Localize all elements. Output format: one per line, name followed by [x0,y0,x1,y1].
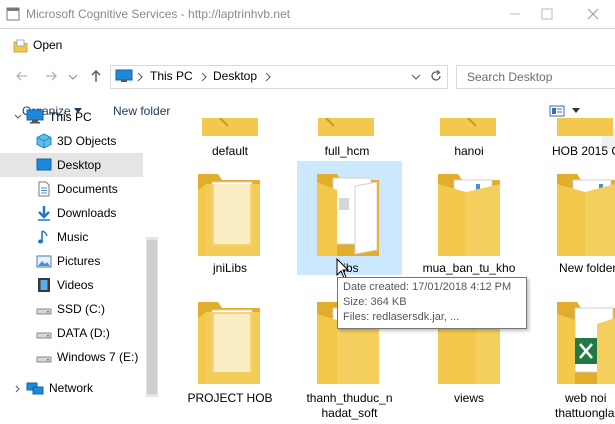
expand-chevron-icon[interactable] [14,385,22,393]
folder-icon[interactable] [196,170,262,258]
back-arrow-icon[interactable] [15,69,29,83]
tooltip-files: Files: redlasersdk.jar, ... [343,311,460,323]
tooltip-size: Size: 364 KB [343,296,407,308]
computer-icon [26,109,44,124]
documents-icon [38,181,50,197]
folder-icon[interactable] [555,118,615,140]
file-name-default[interactable]: default [175,144,285,159]
nav-item-label: SSD (C:) [57,302,105,316]
file-name-web-noi-line1[interactable]: web noi [553,391,615,406]
file-name-views[interactable]: views [414,391,524,406]
nav-item-label: Network [49,381,94,395]
network-icon [26,382,44,395]
up-arrow-icon[interactable] [89,69,103,83]
folder-icon[interactable] [316,118,376,140]
nav-item-ssd-c[interactable]: SSD (C:) [0,297,143,321]
file-name-hob-2015[interactable]: HOB 2015 C [544,144,615,159]
file-name-mua-ban-tu-kho[interactable]: mua_ban_tu_kho [414,261,524,276]
nav-item-label: 3D Objects [57,134,117,148]
breadcrumb-this-pc[interactable]: This PC [150,69,193,83]
navigation-pane: This PC 3D Objects Desktop Documents Dow… [0,100,158,395]
nav-item-label: Videos [57,278,94,292]
nav-item-3d-objects[interactable]: 3D Objects [0,129,143,153]
nav-item-downloads[interactable]: Downloads [0,201,143,225]
file-name-web-noi-line2[interactable]: thattuongla [553,406,615,421]
folder-icon[interactable] [436,170,502,258]
view-chevron-icon[interactable] [572,108,580,114]
minimize-icon [510,13,520,15]
address-dropdown-chevron-icon[interactable] [411,73,421,81]
folder-icon[interactable] [555,170,615,258]
nav-item-desktop[interactable]: Desktop [0,153,143,177]
nav-item-videos[interactable]: Videos [0,273,143,297]
folder-icon[interactable] [438,118,498,140]
app-title: Microsoft Cognitive Services - http://la… [26,7,291,21]
file-tooltip: Date created: 17/01/2018 4:12 PM Size: 3… [337,277,527,329]
nav-item-label: Downloads [57,206,117,220]
breadcrumb-desktop[interactable]: Desktop [213,69,257,83]
nav-item-windows7-e[interactable]: Windows 7 (E:) [0,345,143,369]
nav-item-label: Pictures [57,254,101,268]
this-pc-icon [115,69,133,82]
music-icon [38,230,48,244]
nav-item-label: Windows 7 (E:) [57,350,139,364]
folder-open-icon [13,39,28,53]
file-name-full-hcm[interactable]: full_hcm [292,144,402,159]
drive-icon [36,308,52,315]
expand-chevron-icon[interactable] [14,113,22,121]
app-titlebar: Microsoft Cognitive Services - http://la… [0,0,615,29]
nav-item-music[interactable]: Music [0,225,143,249]
nav-item-pictures[interactable]: Pictures [0,249,143,273]
3d-objects-icon [36,133,52,149]
nav-scrollbar-thumb[interactable] [147,240,157,394]
videos-icon [38,278,50,292]
breadcrumb-separator-icon [265,72,271,82]
maximize-button[interactable] [532,4,562,24]
nav-item-data-d[interactable]: DATA (D:) [0,321,143,345]
file-name-hanoi[interactable]: hanoi [414,144,524,159]
file-name-jnilibs[interactable]: jniLibs [175,261,285,276]
address-bar[interactable]: This PC Desktop [110,65,448,89]
nav-item-label: Desktop [57,158,102,172]
refresh-icon[interactable] [429,69,443,83]
breadcrumb-separator-icon [137,72,143,82]
maximize-icon [541,8,553,20]
folder-icon[interactable] [200,118,260,140]
drive-icon [36,356,52,363]
file-name-thanh-thuduc-line1[interactable]: thanh_thuduc_n [297,391,402,406]
folder-icon[interactable] [196,300,262,386]
nav-item-label: Documents [57,182,118,196]
recent-locations-chevron-icon[interactable] [68,73,78,81]
view-options-icon[interactable] [549,104,565,118]
folder-icon[interactable] [315,170,381,258]
nav-item-label: DATA (D:) [57,326,110,340]
minimize-button[interactable] [500,4,530,24]
search-box[interactable] [456,65,615,89]
file-name-thanh-thuduc-line2[interactable]: hadat_soft [297,406,402,421]
dialog-title: Open [33,38,63,52]
nav-item-label: This PC [49,110,92,124]
close-app-button[interactable] [578,4,608,24]
folder-icon[interactable] [555,300,615,386]
desktop-icon [36,158,52,171]
app-icon [6,7,20,21]
nav-item-label: Music [57,230,89,244]
file-name-project-hob[interactable]: PROJECT HOB [175,391,285,406]
nav-item-documents[interactable]: Documents [0,177,143,201]
file-name-new-folder[interactable]: New folder [547,261,615,276]
downloads-icon [38,206,50,221]
search-input[interactable] [465,66,609,88]
breadcrumb-separator-icon [201,72,207,82]
close-icon [587,8,599,20]
pictures-icon [36,255,52,268]
forward-arrow-icon[interactable] [44,69,58,83]
drive-icon [36,332,52,339]
tooltip-date-created: Date created: 17/01/2018 4:12 PM [343,281,512,293]
